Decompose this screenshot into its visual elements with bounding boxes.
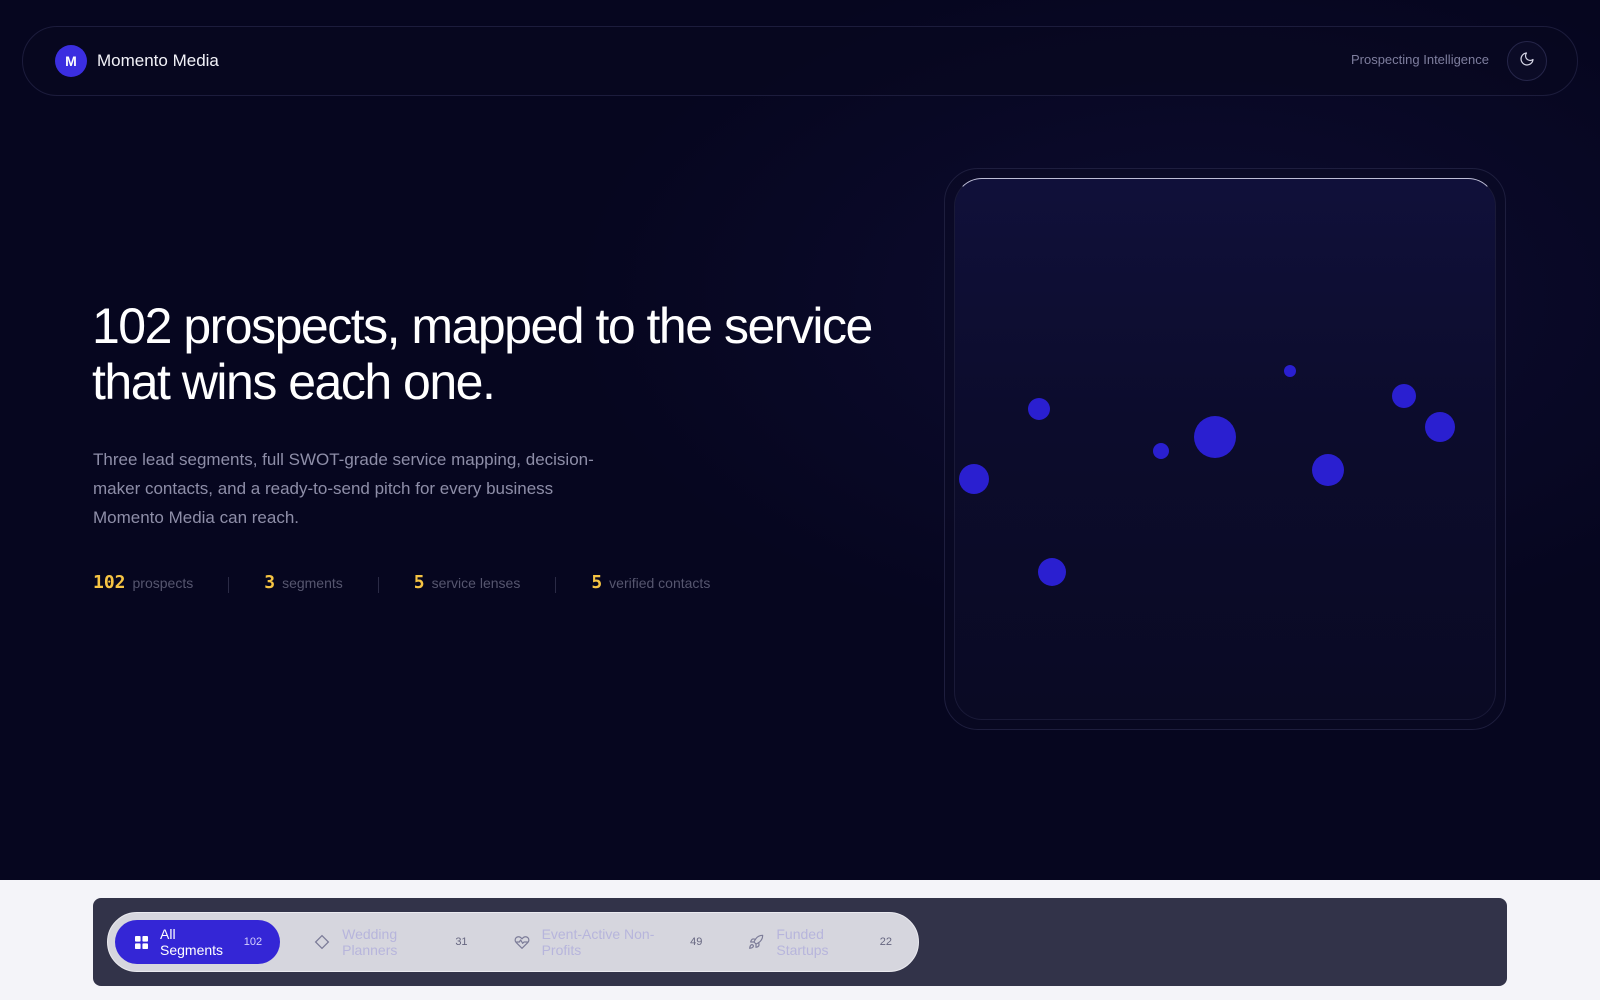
prospect-visualization-frame bbox=[944, 168, 1506, 730]
stat-value: 5 bbox=[413, 572, 425, 593]
nav-tagline: Prospecting Intelligence bbox=[1350, 52, 1489, 67]
segment-filter-bar: All Segments 102 Wedding Planners 31 Eve… bbox=[93, 898, 1507, 986]
prospect-visualization-card bbox=[954, 178, 1496, 720]
tab-wedding-planners[interactable]: Wedding Planners 31 bbox=[294, 920, 487, 964]
prospect-dot-field bbox=[959, 365, 1455, 586]
diamond-icon bbox=[314, 934, 330, 950]
prospect-dot[interactable] bbox=[1194, 416, 1236, 458]
prospect-dot[interactable] bbox=[1284, 365, 1296, 377]
prospect-dot[interactable] bbox=[1425, 412, 1455, 442]
theme-toggle-button[interactable] bbox=[1507, 41, 1547, 81]
headline-line-2: that wins each one. bbox=[92, 354, 496, 410]
stat-label: verified contacts bbox=[609, 575, 711, 591]
stat-value: 3 bbox=[264, 572, 276, 593]
brand-name[interactable]: Momento Media bbox=[97, 51, 219, 71]
tab-all-segments[interactable]: All Segments 102 bbox=[115, 920, 281, 964]
tab-count: 31 bbox=[455, 936, 468, 948]
tab-count: 22 bbox=[879, 936, 893, 948]
prospect-dot[interactable] bbox=[1312, 454, 1344, 486]
top-navigation: M Momento Media Prospecting Intelligence bbox=[22, 26, 1578, 96]
stats-row: 102 prospects 3 segments 5 service lense… bbox=[93, 572, 710, 598]
headline-line-1: 102 prospects, mapped to the service bbox=[92, 298, 873, 354]
stat-label: prospects bbox=[132, 575, 194, 591]
stat-segments: 3 segments bbox=[264, 572, 343, 593]
prospect-dot[interactable] bbox=[1153, 443, 1169, 459]
stat-service-lenses: 5 service lenses bbox=[414, 572, 521, 593]
segment-tabs: All Segments 102 Wedding Planners 31 Eve… bbox=[107, 912, 919, 972]
heart-pulse-icon bbox=[514, 934, 530, 950]
stat-prospects: 102 prospects bbox=[93, 572, 193, 593]
stat-divider bbox=[555, 577, 557, 593]
stat-value: 5 bbox=[591, 572, 603, 593]
stat-label: service lenses bbox=[431, 575, 521, 591]
rocket-icon bbox=[748, 934, 764, 950]
stat-divider bbox=[228, 577, 230, 593]
stat-value: 102 bbox=[93, 572, 126, 593]
tab-label: Event-Active Non-Profits bbox=[541, 926, 655, 958]
tab-funded-startups[interactable]: Funded Startups 22 bbox=[728, 920, 912, 964]
segment-filter-section: All Segments 102 Wedding Planners 31 Eve… bbox=[0, 880, 1600, 1000]
tab-count: 49 bbox=[690, 936, 703, 948]
brand-logo[interactable]: M bbox=[55, 45, 87, 77]
moon-icon bbox=[1519, 51, 1535, 72]
tab-count: 102 bbox=[243, 936, 263, 948]
tab-label: Funded Startups bbox=[776, 926, 829, 958]
prospect-dot[interactable] bbox=[959, 464, 989, 494]
tab-label: Wedding Planners bbox=[342, 926, 398, 958]
grid-icon bbox=[135, 935, 148, 949]
prospect-dot[interactable] bbox=[1028, 398, 1050, 420]
page-headline: 102 prospects, mapped to the service tha… bbox=[92, 298, 912, 410]
prospect-dot[interactable] bbox=[1392, 384, 1416, 408]
stat-divider bbox=[377, 577, 379, 593]
stat-verified-contacts: 5 verified contacts bbox=[591, 572, 710, 593]
prospect-dot[interactable] bbox=[1038, 558, 1066, 586]
stat-label: segments bbox=[282, 575, 343, 591]
tab-event-active-non-profits[interactable]: Event-Active Non-Profits 49 bbox=[494, 920, 723, 964]
tab-label: All Segments bbox=[160, 926, 224, 958]
hero-section: M Momento Media Prospecting Intelligence… bbox=[0, 0, 1600, 880]
hero-description: Three lead segments, full SWOT-grade ser… bbox=[93, 450, 594, 527]
